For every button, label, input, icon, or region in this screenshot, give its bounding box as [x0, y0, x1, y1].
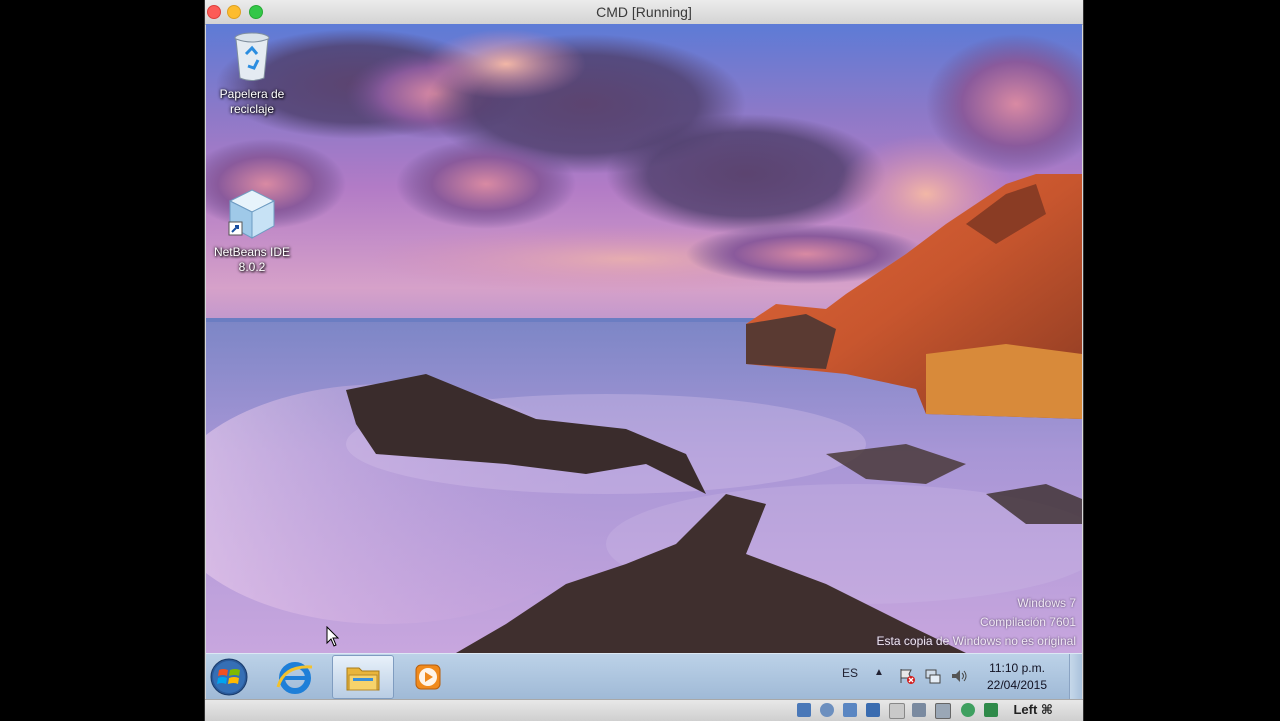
shared-folder-icon[interactable]	[889, 703, 905, 719]
optical-drive-icon[interactable]	[820, 703, 834, 717]
hard-disk-icon[interactable]	[797, 703, 811, 717]
show-hidden-icons-button[interactable]: ▲	[874, 667, 884, 678]
display-icon[interactable]	[912, 703, 926, 717]
windows-watermark: Windows 7 Compilación 7601 Esta copia de…	[877, 594, 1076, 651]
network-icon[interactable]	[843, 703, 857, 717]
recycle-bin-shortcut[interactable]: Papelera de reciclaje	[206, 30, 298, 117]
host-key-label: Left ⌘	[1013, 702, 1053, 717]
windows-explorer-button[interactable]	[332, 655, 394, 699]
taskbar: ES ▲ 11:10 p.m. 22/04/2015	[206, 653, 1082, 700]
netbeans-cube-icon	[228, 189, 276, 239]
guest-desktop[interactable]: Papelera de reciclaje NetBeans IDE 8.0.2…	[206, 24, 1082, 653]
usb-icon[interactable]	[866, 703, 880, 717]
vm-statusbar: Left ⌘	[205, 699, 1083, 721]
start-orb-icon	[210, 658, 248, 696]
mouse-integration-icon[interactable]	[984, 703, 998, 717]
watermark-os: Windows 7	[1017, 596, 1076, 610]
media-player-button[interactable]	[396, 655, 458, 699]
start-button[interactable]	[208, 656, 250, 698]
video-capture-icon[interactable]	[935, 703, 951, 719]
windows-explorer-icon	[346, 667, 380, 691]
watermark-build: Compilación 7601	[979, 615, 1076, 629]
guest-additions-icon[interactable]	[961, 703, 975, 717]
recycle-bin-icon	[234, 32, 270, 81]
netbeans-shortcut[interactable]: NetBeans IDE 8.0.2	[206, 188, 298, 275]
internet-explorer-button[interactable]	[264, 655, 326, 699]
virtualbox-window: CMD [Running] Papelera de reciclaje NetB…	[205, 0, 1083, 721]
system-clock[interactable]: 11:10 p.m. 22/04/2015	[982, 660, 1052, 694]
window-title: CMD [Running]	[596, 4, 692, 20]
window-titlebar[interactable]: CMD [Running]	[205, 0, 1083, 25]
action-center-flag-icon[interactable]	[898, 667, 916, 685]
media-player-icon	[415, 664, 441, 690]
internet-explorer-icon	[276, 662, 313, 694]
language-indicator[interactable]: ES	[842, 666, 858, 680]
network-tray-icon[interactable]	[924, 667, 942, 685]
wallpaper-scene	[206, 29, 1082, 653]
recycle-bin-label: Papelera de reciclaje	[219, 87, 285, 116]
netbeans-label: NetBeans IDE 8.0.2	[213, 245, 291, 274]
watermark-genuine: Esta copia de Windows no es original	[876, 634, 1076, 648]
volume-icon[interactable]	[950, 667, 968, 685]
clock-time: 11:10 p.m.	[989, 661, 1045, 675]
mouse-cursor-icon	[326, 626, 340, 647]
show-desktop-button[interactable]	[1069, 654, 1082, 700]
clock-date: 22/04/2015	[986, 678, 1048, 692]
